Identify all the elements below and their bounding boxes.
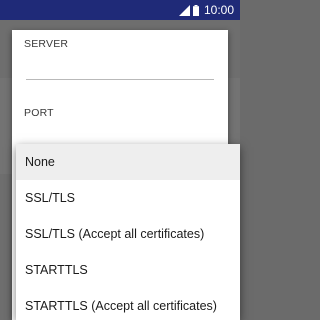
- status-time: 10:00: [203, 3, 234, 17]
- status-bar: 10:00: [0, 0, 240, 20]
- security-option-starttls-accept-all[interactable]: STARTTLS (Accept all certificates): [16, 288, 240, 320]
- battery-icon: [192, 4, 199, 16]
- security-option-ssl-tls[interactable]: SSL/TLS: [16, 180, 240, 216]
- cellular-signal-icon: [178, 4, 190, 16]
- security-option-starttls[interactable]: STARTTLS: [16, 252, 240, 288]
- security-option-none[interactable]: None: [16, 144, 240, 180]
- server-input[interactable]: [26, 79, 214, 80]
- server-label: SERVER: [24, 38, 69, 50]
- status-icons: 10:00: [178, 0, 234, 20]
- security-option-ssl-tls-accept-all[interactable]: SSL/TLS (Accept all certificates): [16, 216, 240, 252]
- security-type-menu: None SSL/TLS SSL/TLS (Accept all certifi…: [16, 144, 240, 320]
- port-label: PORT: [24, 107, 54, 119]
